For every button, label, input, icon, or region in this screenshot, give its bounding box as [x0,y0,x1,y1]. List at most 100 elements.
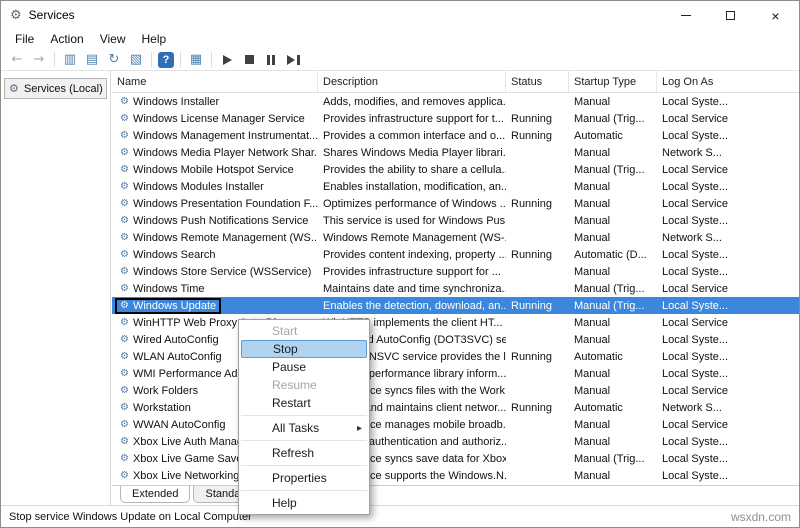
service-startup-type: Manual [569,433,657,450]
service-name-wrap: ⚙WWAN AutoConfig [115,417,230,433]
column-header-startup-type[interactable]: Startup Type [569,71,657,92]
help-toolbar-icon[interactable]: ? [158,52,174,68]
table-row[interactable]: ⚙Windows Mobile Hotspot ServiceProvides … [112,161,799,178]
context-menu-item-resume[interactable]: Resume [239,376,369,394]
table-row[interactable]: ⚙Windows Push Notifications ServiceThis … [112,212,799,229]
table-row[interactable]: ⚙Windows SearchProvides content indexing… [112,246,799,263]
window-title: Services [29,8,75,22]
service-description: Shares Windows Media Player librari... [318,144,506,161]
context-menu: Start Stop Pause Resume Restart All Tasks▸ Ref… [238,319,370,515]
table-row[interactable]: ⚙Windows Presentation Foundation F...Opt… [112,195,799,212]
table-row[interactable]: ⚙Xbox Live Auth ManagerProvides authenti… [112,433,799,450]
table-row[interactable]: ⚙Windows Management Instrumentat...Provi… [112,127,799,144]
table-row[interactable]: ⚙WorkstationCreates and maintains client… [112,399,799,416]
context-menu-item-refresh[interactable]: Refresh [239,444,369,462]
back-arrow-icon[interactable]: ← [8,51,26,69]
stop-service-icon[interactable] [240,51,258,69]
service-gear-icon: ⚙ [120,301,129,311]
export-list-icon[interactable]: ▧ [127,51,145,69]
maximize-button[interactable] [708,2,753,29]
table-row[interactable]: ⚙Windows Media Player Network Shar...Sha… [112,144,799,161]
service-name: Windows Installer [133,96,219,108]
service-name-cell: ⚙Windows Modules Installer [112,178,318,195]
table-row[interactable]: ⚙Windows Store Service (WSService)Provid… [112,263,799,280]
extended-view-icon[interactable]: ▦ [187,51,205,69]
context-menu-label: Resume [272,378,317,392]
column-header-log-on-as[interactable]: Log On As [657,71,799,92]
service-status [506,467,569,484]
service-logon-as: Local Service [657,110,799,127]
service-status [506,178,569,195]
table-row[interactable]: ⚙Xbox Live Game SaveThis service syncs s… [112,450,799,467]
status-bar: Stop service Windows Update on Local Com… [1,505,799,527]
restart-service-icon[interactable] [284,51,302,69]
console-tree-panel: ⚙ Services (Local) [1,71,111,505]
tab-extended[interactable]: Extended [120,486,190,503]
column-header-status[interactable]: Status [506,71,569,92]
table-row[interactable]: ⚙WMI Performance AdapterProvides perform… [112,365,799,382]
toolbar: ←→ ▥▤↻▧? ▦ [1,49,799,71]
table-row[interactable]: ⚙WLAN AutoConfigThe WLANSVC service prov… [112,348,799,365]
table-row[interactable]: ⚙Windows InstallerAdds, modifies, and re… [112,93,799,110]
context-menu-item-restart[interactable]: Restart [239,394,369,412]
context-menu-item-pause[interactable]: Pause [239,358,369,376]
menu-help[interactable]: Help [134,30,175,48]
minimize-button[interactable] [663,2,708,29]
window-controls: × [663,2,798,29]
service-status: Running [506,348,569,365]
context-menu-item-start[interactable]: Start [239,322,369,340]
context-menu-item-help[interactable]: Help [239,494,369,512]
menu-bar: FileActionViewHelp [1,29,799,49]
service-gear-icon: ⚙ [120,199,129,209]
menu-file[interactable]: File [7,30,42,48]
service-startup-type: Manual [569,93,657,110]
context-menu-item-properties[interactable]: Properties [239,469,369,487]
service-logon-as: Local Syste... [657,178,799,195]
column-header-name[interactable]: Name [112,71,318,92]
toolbar-separator [180,52,181,67]
table-row[interactable]: ⚙Xbox Live Networking ServiceThis servic… [112,467,799,484]
pause-service-icon[interactable] [262,51,280,69]
service-gear-icon: ⚙ [120,403,129,413]
properties-toolbar-icon[interactable]: ▤ [83,51,101,69]
service-name-wrap: ⚙Windows Installer [115,94,224,110]
context-menu-item-all-tasks[interactable]: All Tasks▸ [239,419,369,437]
service-name-cell: ⚙Windows Mobile Hotspot Service [112,161,318,178]
table-row[interactable]: ⚙Wired AutoConfigThe Wired AutoConfig (D… [112,331,799,348]
services-app-icon: ⚙ [10,8,22,23]
service-name: Windows Update [133,300,216,312]
table-row[interactable]: ⚙WinHTTP Web Proxy Auto-Discovery...WinH… [112,314,799,331]
service-name-wrap: ⚙Wired AutoConfig [115,332,224,348]
services-list-panel: NameDescriptionStatusStartup TypeLog On … [112,71,799,505]
table-row[interactable]: ⚙Windows TimeMaintains date and time syn… [112,280,799,297]
refresh-toolbar-icon[interactable]: ↻ [105,51,123,69]
service-name-cell: ⚙Windows Search [112,246,318,263]
service-startup-type: Manual (Trig... [569,161,657,178]
menu-action[interactable]: Action [42,30,91,48]
service-gear-icon: ⚙ [120,420,129,430]
service-name-wrap: ⚙Windows Push Notifications Service [115,213,313,229]
service-status: Running [506,127,569,144]
service-gear-icon: ⚙ [120,182,129,192]
service-startup-type: Manual (Trig... [569,297,657,314]
table-row[interactable]: ⚙Windows Remote Management (WS...Windows… [112,229,799,246]
service-status [506,433,569,450]
show-console-tree-icon[interactable]: ▥ [61,51,79,69]
services-node-icon: ⚙ [9,82,19,95]
context-menu-label: Pause [272,360,306,374]
service-name: WLAN AutoConfig [133,351,222,363]
column-header-description[interactable]: Description [318,71,506,92]
menu-view[interactable]: View [92,30,134,48]
context-menu-label: Stop [273,342,298,356]
table-row[interactable]: ⚙ Windows Update Enables the detection, do… [112,297,799,314]
table-row[interactable]: ⚙Windows Modules InstallerEnables instal… [112,178,799,195]
close-button[interactable]: × [753,2,798,29]
start-service-icon[interactable] [218,51,236,69]
table-row[interactable]: ⚙Work FoldersThis service syncs files wi… [112,382,799,399]
table-row[interactable]: ⚙Windows License Manager ServiceProvides… [112,110,799,127]
table-row[interactable]: ⚙WWAN AutoConfigThis service manages mob… [112,416,799,433]
service-description: Enables the detection, download, an... [318,297,506,314]
forward-arrow-icon[interactable]: → [30,51,48,69]
context-menu-item-stop[interactable]: Stop [241,340,367,358]
tree-node-services-local[interactable]: ⚙ Services (Local) [4,78,107,99]
